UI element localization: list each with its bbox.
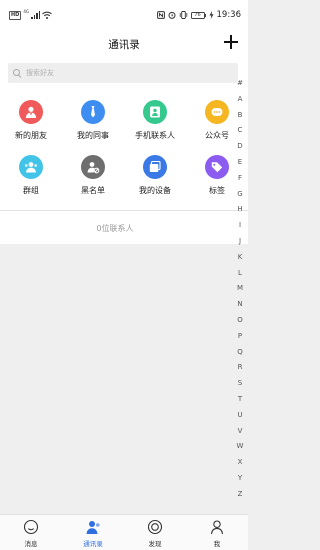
alpha-index-letter[interactable]: D <box>233 139 247 155</box>
alpha-index-letter[interactable]: R <box>233 360 247 376</box>
nfc-icon <box>156 11 165 19</box>
battery-level: 76 <box>190 11 205 19</box>
alpha-index-letter[interactable]: X <box>233 455 247 471</box>
tab-label: 发现 <box>148 540 162 548</box>
alpha-index-letter[interactable]: F <box>233 171 247 187</box>
tab-messages[interactable]: 消息 <box>0 519 62 548</box>
alpha-index-letter[interactable]: J <box>233 234 247 250</box>
alpha-index-letter[interactable]: L <box>233 266 247 282</box>
blacklist-icon <box>81 155 105 179</box>
tab-label: 消息 <box>24 540 38 548</box>
network-type-label: 4G <box>23 9 29 14</box>
profile-icon <box>209 519 225 535</box>
grid-item-devices[interactable]: 我的设备 <box>124 155 186 196</box>
grid-item-label: 我的设备 <box>139 186 171 195</box>
alpha-index-letter[interactable]: G <box>233 187 247 203</box>
tab-contacts[interactable]: 通讯录 <box>62 519 124 548</box>
alpha-index-letter[interactable]: C <box>233 123 247 139</box>
grid-item-phone-contacts[interactable]: 手机联系人 <box>124 100 186 141</box>
alpha-index-letter[interactable]: # <box>233 76 247 92</box>
alpha-index-letter[interactable]: O <box>233 313 247 329</box>
search-input[interactable]: 搜索好友 <box>8 63 238 83</box>
alpha-index-letter[interactable]: U <box>233 408 247 424</box>
discover-icon <box>147 519 163 535</box>
tab-label: 通讯录 <box>83 540 103 548</box>
status-bar: HD 4G 76 19:36 <box>0 0 248 28</box>
function-grid: 新的朋友 我的同事 手机联系人 公众号 群组 黑名单 我的设备 标签 <box>0 88 248 210</box>
nav-header: 通讯录 <box>0 28 248 60</box>
alpha-index-letter[interactable]: K <box>233 250 247 266</box>
new-friend-icon <box>19 100 43 124</box>
grid-item-label: 新的朋友 <box>15 131 47 140</box>
wifi-icon <box>42 11 52 19</box>
clock: 19:36 <box>216 10 242 20</box>
grid-item-label: 手机联系人 <box>135 131 175 140</box>
contact-count: 0位联系人 <box>96 224 134 233</box>
tab-discover[interactable]: 发现 <box>124 519 186 548</box>
grid-item-label: 黑名单 <box>81 186 105 195</box>
tag-icon <box>205 155 229 179</box>
signal-icon <box>31 11 40 19</box>
colleague-icon <box>81 100 105 124</box>
phone-contacts-icon <box>143 100 167 124</box>
charging-icon <box>209 11 213 19</box>
alpha-index-letter[interactable]: E <box>233 155 247 171</box>
alpha-index-letter[interactable]: Z <box>233 487 247 503</box>
contacts-icon <box>85 519 101 535</box>
search-placeholder: 搜索好友 <box>26 69 54 77</box>
alpha-index-letter[interactable]: A <box>233 92 247 108</box>
grid-item-label: 群组 <box>23 186 39 195</box>
alpha-index-letter[interactable]: M <box>233 281 247 297</box>
alarm-icon <box>168 11 175 19</box>
alphabet-index[interactable]: # A B C D E F G H I J K L M N O P Q R S … <box>233 76 247 503</box>
contact-count-row: 0位联系人 <box>0 210 248 244</box>
alpha-index-letter[interactable]: I <box>233 218 247 234</box>
search-icon <box>13 68 22 78</box>
grid-item-label: 我的同事 <box>77 131 109 140</box>
alpha-index-letter[interactable]: S <box>233 376 247 392</box>
message-icon <box>23 519 39 535</box>
group-icon <box>19 155 43 179</box>
tab-bar: 消息 通讯录 发现 我 <box>0 514 248 550</box>
alpha-index-letter[interactable]: Y <box>233 471 247 487</box>
alpha-index-letter[interactable]: P <box>233 329 247 345</box>
alpha-index-letter[interactable]: B <box>233 108 247 124</box>
alpha-index-letter[interactable]: N <box>233 297 247 313</box>
alpha-index-letter[interactable]: V <box>233 424 247 440</box>
tab-profile[interactable]: 我 <box>186 519 248 548</box>
grid-item-new-friend[interactable]: 新的朋友 <box>0 100 62 141</box>
search-area: 搜索好友 <box>0 60 248 88</box>
devices-icon <box>143 155 167 179</box>
grid-item-group[interactable]: 群组 <box>0 155 62 196</box>
grid-item-colleague[interactable]: 我的同事 <box>62 100 124 141</box>
add-button[interactable] <box>223 34 239 50</box>
status-left: HD 4G <box>9 9 52 20</box>
alpha-index-letter[interactable]: T <box>233 392 247 408</box>
grid-item-blacklist[interactable]: 黑名单 <box>62 155 124 196</box>
alpha-index-letter[interactable]: H <box>233 202 247 218</box>
status-right: 76 19:36 <box>156 10 242 20</box>
tab-label: 我 <box>213 540 221 548</box>
public-account-icon <box>205 100 229 124</box>
alpha-index-letter[interactable]: Q <box>233 345 247 361</box>
hd-badge: HD <box>9 10 22 20</box>
alpha-index-letter[interactable]: W <box>233 439 247 455</box>
page-title: 通讯录 <box>108 39 140 51</box>
battery-icon: 76 <box>190 11 206 19</box>
vibrate-icon <box>179 11 187 19</box>
